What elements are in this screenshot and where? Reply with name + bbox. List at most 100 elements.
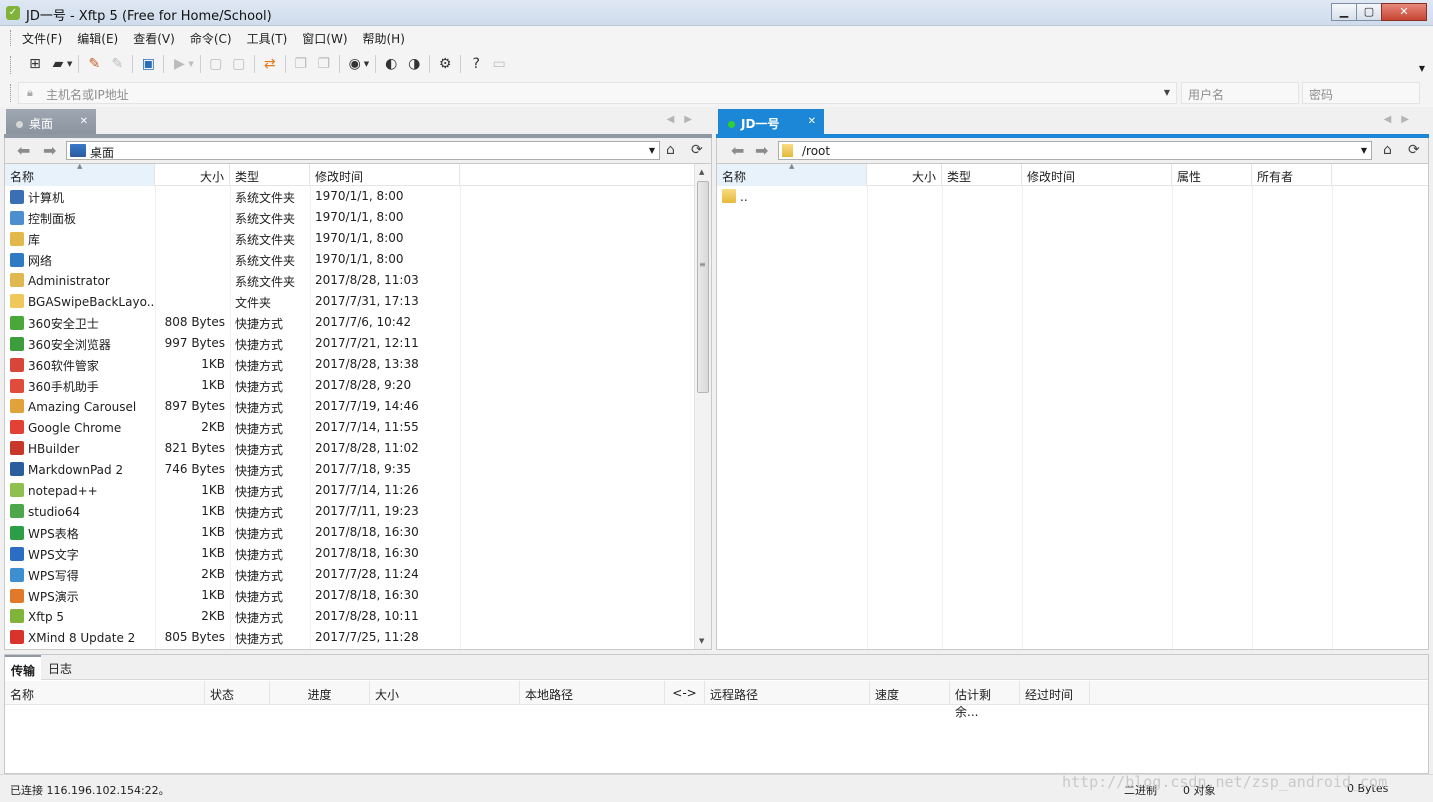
- table-row[interactable]: 360安全卫士 808 Bytes 快捷方式 2017/7/6, 10:42: [5, 312, 711, 333]
- host-dropdown-icon[interactable]: ▼: [1164, 88, 1170, 97]
- chat-icon[interactable]: ▭: [490, 55, 508, 73]
- table-row[interactable]: Amazing Carousel 897 Bytes 快捷方式 2017/7/19, …: [5, 396, 711, 417]
- refresh-icon[interactable]: ⟳: [1408, 142, 1420, 158]
- col-header-attributes[interactable]: 属性: [1172, 164, 1252, 186]
- col-header-speed[interactable]: 速度: [870, 681, 950, 705]
- col-header-progress[interactable]: 进度: [270, 681, 370, 705]
- path-dropdown-icon[interactable]: ▼: [649, 146, 655, 155]
- scrollbar-thumb[interactable]: [697, 181, 709, 393]
- col-header-eta[interactable]: 估计剩余...: [950, 681, 1020, 719]
- properties-icon[interactable]: ▣: [139, 55, 157, 73]
- password-input[interactable]: 密码: [1302, 82, 1420, 104]
- col-header-modified[interactable]: 修改时间: [310, 164, 460, 186]
- scroll-up-icon[interactable]: ▲: [699, 168, 704, 176]
- table-row[interactable]: Xftp 5 2KB 快捷方式 2017/8/28, 10:11: [5, 606, 711, 627]
- remote-path-field[interactable]: /root ▼: [778, 141, 1372, 160]
- table-row[interactable]: WPS演示 1KB 快捷方式 2017/8/18, 16:30: [5, 585, 711, 606]
- table-row[interactable]: 360安全浏览器 997 Bytes 快捷方式 2017/7/21, 12:11: [5, 333, 711, 354]
- col-header-owner[interactable]: 所有者: [1252, 164, 1332, 186]
- minimize-button[interactable]: ▁: [1331, 3, 1357, 21]
- menu-command[interactable]: 命令(C): [190, 30, 232, 47]
- open-dropdown-icon[interactable]: ▼: [67, 60, 72, 68]
- globe-icon[interactable]: ◉: [346, 55, 364, 73]
- table-row[interactable]: 控制面板 系统文件夹 1970/1/1, 8:00: [5, 207, 711, 228]
- col-header-type[interactable]: 类型: [942, 164, 1022, 186]
- col-header-local-path[interactable]: 本地路径: [520, 681, 665, 705]
- list-item[interactable]: ..: [717, 186, 1428, 207]
- menu-edit[interactable]: 编辑(E): [77, 30, 118, 47]
- gear-icon[interactable]: ⚙: [436, 55, 454, 73]
- col-header-name[interactable]: ▲ 名称: [717, 164, 867, 186]
- table-row[interactable]: Google Chrome 2KB 快捷方式 2017/7/14, 11:55: [5, 417, 711, 438]
- open-folder-icon[interactable]: ▰: [49, 55, 67, 73]
- host-input[interactable]: 🔒︎ 主机名或IP地址 ▼: [18, 82, 1177, 104]
- username-input[interactable]: 用户名: [1181, 82, 1299, 104]
- new-session-icon[interactable]: ⊞: [26, 55, 44, 73]
- path-dropdown-icon[interactable]: ▼: [1361, 146, 1367, 155]
- menu-window[interactable]: 窗口(W): [302, 30, 347, 47]
- tab-scroll-arrows[interactable]: ◀▶: [1384, 114, 1419, 125]
- table-row[interactable]: notepad++ 1KB 快捷方式 2017/7/14, 11:26: [5, 480, 711, 501]
- play-icon[interactable]: ▶: [170, 55, 188, 73]
- maximize-button[interactable]: ▢: [1356, 3, 1382, 21]
- refresh-icon[interactable]: ⟳: [691, 142, 703, 158]
- globe-dropdown-icon[interactable]: ▼: [364, 60, 369, 68]
- table-row[interactable]: MarkdownPad 2 746 Bytes 快捷方式 2017/7/18, 9:3…: [5, 459, 711, 480]
- table-row[interactable]: 360手机助手 1KB 快捷方式 2017/8/28, 9:20: [5, 375, 711, 396]
- table-row[interactable]: BGASwipeBackLayo... 文件夹 2017/7/31, 17:13: [5, 291, 711, 312]
- tab-log[interactable]: 日志: [42, 655, 78, 680]
- col-header-direction[interactable]: <->: [665, 681, 705, 705]
- back-arrow-icon[interactable]: ⬅: [17, 141, 30, 160]
- table-row[interactable]: WPS写得 2KB 快捷方式 2017/7/28, 11:24: [5, 564, 711, 585]
- menu-help[interactable]: 帮助(H): [363, 30, 405, 47]
- paste-icon[interactable]: ❐: [315, 55, 333, 73]
- new-file-icon[interactable]: ▢: [207, 55, 225, 73]
- col-header-status[interactable]: 状态: [205, 681, 270, 705]
- play-dropdown-icon[interactable]: ▼: [188, 60, 193, 68]
- forward-arrow-icon[interactable]: ➡: [755, 141, 768, 160]
- menu-view[interactable]: 查看(V): [133, 30, 175, 47]
- xshell-icon[interactable]: ◐: [382, 55, 400, 73]
- table-row[interactable]: WPS表格 1KB 快捷方式 2017/8/18, 16:30: [5, 522, 711, 543]
- parent-folder-icon[interactable]: ⌂: [1383, 142, 1392, 158]
- toolbar-overflow-icon[interactable]: ▼: [1419, 64, 1425, 73]
- local-vertical-scrollbar[interactable]: ▲ ≡ ▼: [694, 164, 711, 649]
- menu-tools[interactable]: 工具(T): [247, 30, 288, 47]
- col-header-type[interactable]: 类型: [230, 164, 310, 186]
- close-tab-icon[interactable]: ✕: [80, 116, 88, 127]
- col-header-size[interactable]: 大小: [370, 681, 520, 705]
- help-icon[interactable]: ?: [467, 55, 485, 73]
- table-row[interactable]: 库 系统文件夹 1970/1/1, 8:00: [5, 228, 711, 249]
- table-row[interactable]: studio64 1KB 快捷方式 2017/7/11, 19:23: [5, 501, 711, 522]
- tab-remote-session[interactable]: JD一号 ✕: [718, 109, 824, 135]
- table-row[interactable]: Administrator 系统文件夹 2017/8/28, 11:03: [5, 270, 711, 291]
- table-row[interactable]: XMind 8 Update 2 805 Bytes 快捷方式 2017/7/25, …: [5, 627, 711, 648]
- table-row[interactable]: 计算机 系统文件夹 1970/1/1, 8:00: [5, 186, 711, 207]
- col-header-name[interactable]: ▲ 名称: [5, 164, 155, 186]
- parent-folder-icon[interactable]: ⌂: [666, 142, 675, 158]
- col-header-modified[interactable]: 修改时间: [1022, 164, 1172, 186]
- col-header-name[interactable]: 名称: [5, 681, 205, 705]
- sync-transfer-icon[interactable]: ⇄: [261, 55, 279, 73]
- tab-scroll-arrows[interactable]: ◀▶: [667, 114, 702, 125]
- col-header-elapsed[interactable]: 经过时间: [1020, 681, 1090, 705]
- xftp-icon[interactable]: ◑: [405, 55, 423, 73]
- table-row[interactable]: WPS文字 1KB 快捷方式 2017/8/18, 16:30: [5, 543, 711, 564]
- tab-local-desktop[interactable]: 桌面 ✕: [6, 109, 96, 135]
- table-row[interactable]: 360软件管家 1KB 快捷方式 2017/8/28, 13:38: [5, 354, 711, 375]
- new-folder-icon[interactable]: ▢: [230, 55, 248, 73]
- disconnect-icon[interactable]: ✎: [108, 55, 126, 73]
- connect-icon[interactable]: ✎: [85, 55, 103, 73]
- scroll-down-icon[interactable]: ▼: [699, 637, 704, 645]
- table-row[interactable]: 网络 系统文件夹 1970/1/1, 8:00: [5, 249, 711, 270]
- close-tab-icon[interactable]: ✕: [808, 116, 816, 127]
- forward-arrow-icon[interactable]: ➡: [43, 141, 56, 160]
- menu-file[interactable]: 文件(F): [22, 30, 62, 47]
- local-path-field[interactable]: 桌面 ▼: [66, 141, 660, 160]
- back-arrow-icon[interactable]: ⬅: [731, 141, 744, 160]
- table-row[interactable]: HBuilder 821 Bytes 快捷方式 2017/8/28, 11:02: [5, 438, 711, 459]
- close-button[interactable]: ✕: [1381, 3, 1427, 21]
- col-header-size[interactable]: 大小: [155, 164, 230, 186]
- copy-icon[interactable]: ❐: [292, 55, 310, 73]
- col-header-remote-path[interactable]: 远程路径: [705, 681, 870, 705]
